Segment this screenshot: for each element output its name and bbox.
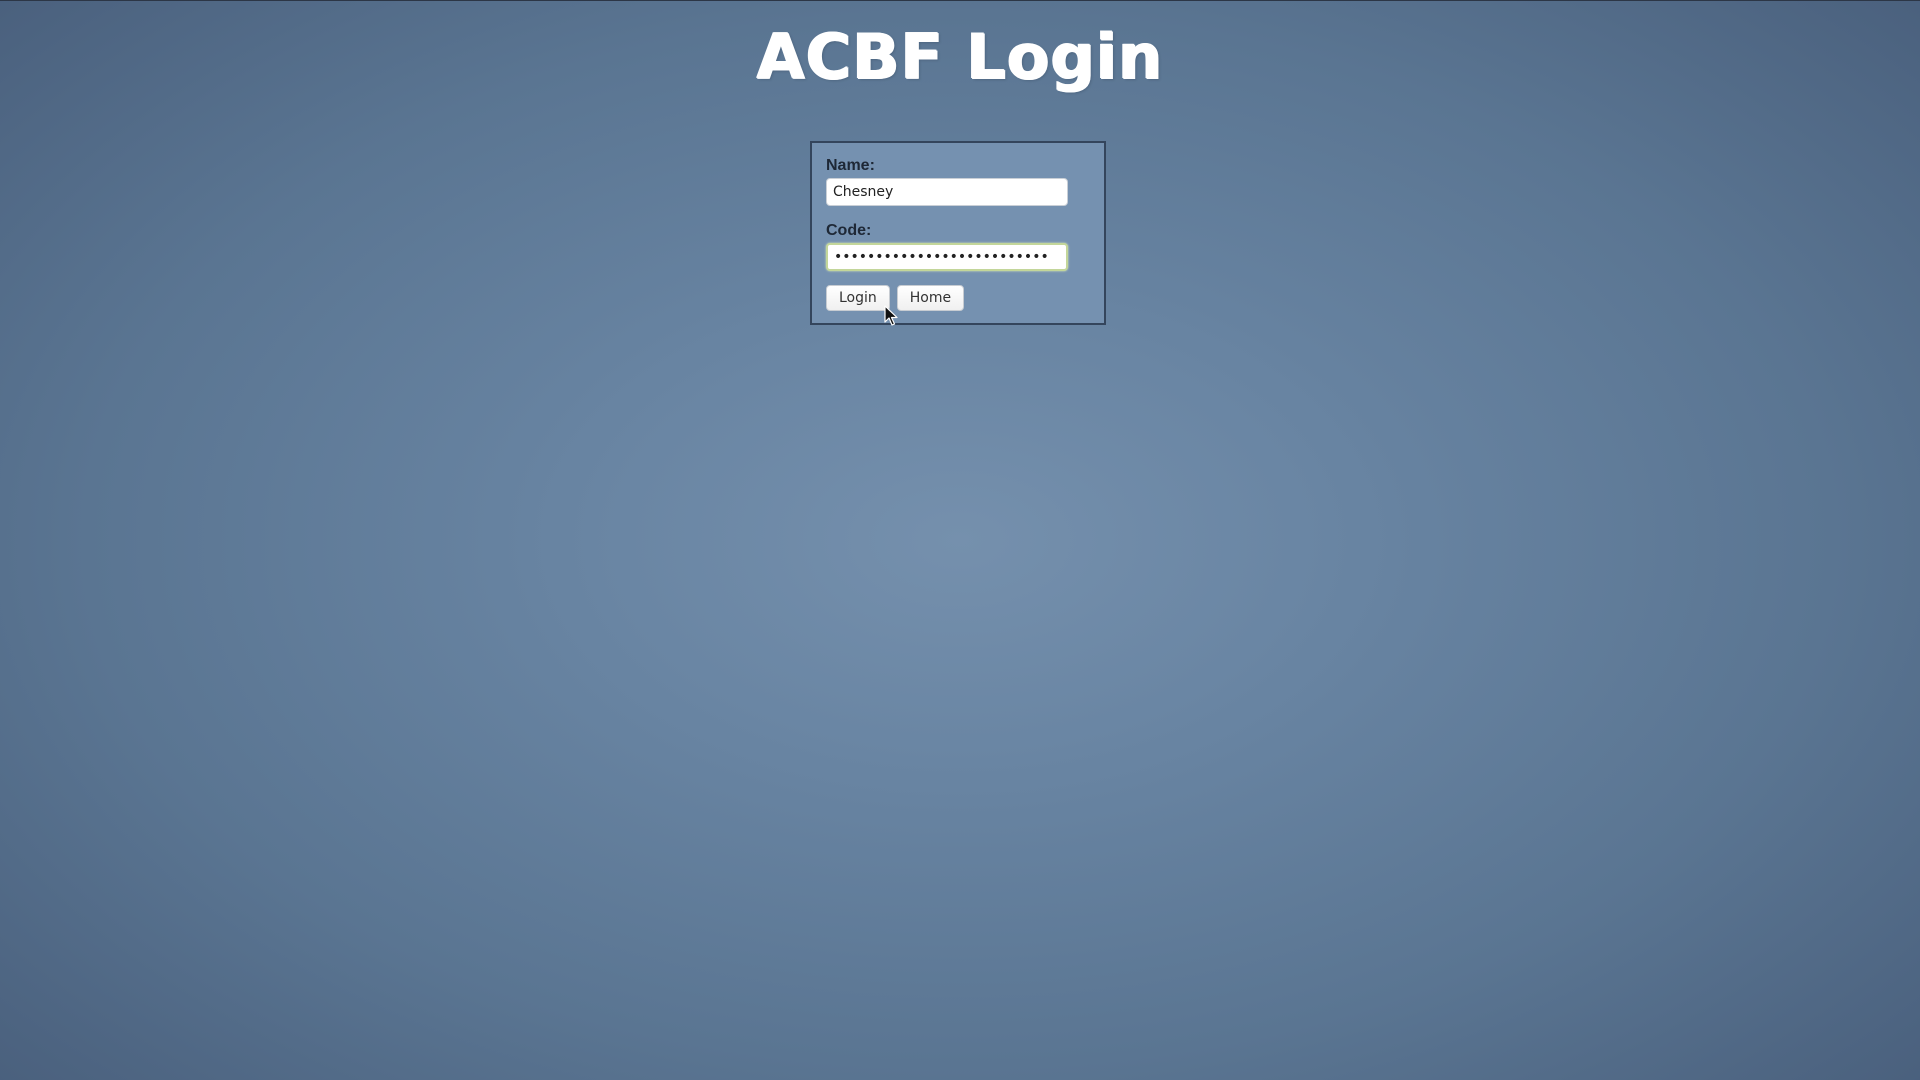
home-button[interactable]: Home <box>896 285 965 311</box>
name-label: Name: <box>826 157 875 174</box>
button-row: Login Home <box>826 285 1090 311</box>
login-button[interactable]: Login <box>826 285 890 311</box>
name-input[interactable] <box>826 178 1068 206</box>
code-input[interactable] <box>826 243 1068 271</box>
code-label: Code: <box>826 222 872 239</box>
login-form: Name: Code: Login Home <box>810 141 1106 325</box>
page-title: ACBF Login <box>756 20 1164 93</box>
